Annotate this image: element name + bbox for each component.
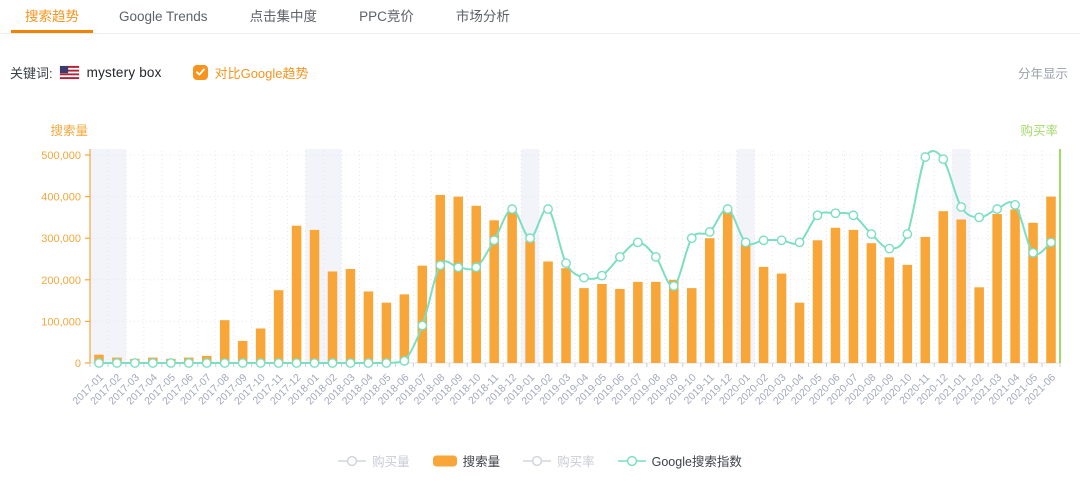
- svg-text:0: 0: [75, 358, 81, 370]
- compare-google-label: 对比Google趋势: [214, 65, 309, 81]
- tab-google-trends[interactable]: Google Trends: [119, 0, 208, 33]
- tab-ppc-bidding[interactable]: PPC竞价: [359, 0, 414, 33]
- trend-chart[interactable]: 0100,000200,000300,000400,000500,000搜索量购…: [0, 105, 1080, 481]
- legend-bar-icon: [432, 455, 457, 466]
- legend-label: 购买率: [557, 455, 595, 469]
- legend-line-icon: [338, 455, 367, 466]
- gridlines: [90, 151, 1060, 363]
- legend-label: Google搜索指数: [651, 455, 742, 469]
- year-display-toggle[interactable]: 分年显示: [1018, 63, 1068, 82]
- legend-item-purchase-volume[interactable]: 购买量: [338, 451, 410, 470]
- svg-text:300,000: 300,000: [41, 233, 81, 245]
- compare-google-toggle[interactable]: 对比Google趋势: [192, 63, 309, 82]
- tab-bar: 搜索趋势 Google Trends 点击集中度 PPC竞价 市场分析: [0, 0, 1080, 34]
- svg-text:200,000: 200,000: [41, 275, 81, 287]
- legend-label: 购买量: [372, 455, 410, 469]
- filter-row: 关键词: mystery box 对比Google趋势 分年显示: [10, 57, 1068, 87]
- us-flag-icon: [59, 65, 79, 79]
- legend-item-google-index[interactable]: Google搜索指数: [617, 451, 742, 470]
- right-axis-title: 购买率: [1020, 123, 1058, 138]
- y-axis-tick-marks: [85, 154, 90, 364]
- compare-google-checkbox[interactable]: [192, 64, 208, 80]
- legend-line-icon: [523, 455, 552, 466]
- keyword-value: mystery box: [86, 64, 162, 80]
- svg-text:500,000: 500,000: [41, 150, 81, 162]
- tab-search-trend[interactable]: 搜索趋势: [11, 0, 93, 33]
- keyword-label: 关键词:: [10, 65, 53, 81]
- chart-legend: 购买量 搜索量 购买率 Google搜索指数: [0, 451, 1080, 470]
- search-trend-page: 搜索趋势 Google Trends 点击集中度 PPC竞价 市场分析 关键词:…: [0, 0, 1080, 481]
- legend-line-icon: [617, 455, 646, 466]
- tab-click-concentration[interactable]: 点击集中度: [250, 0, 318, 33]
- trend-chart-container: 0 100,000 200,000 300,000 400,000 500,000 搜索量购…: [0, 105, 1080, 481]
- legend-item-purchase-rate[interactable]: 购买率: [523, 451, 595, 470]
- legend-item-search-volume[interactable]: 搜索量: [432, 451, 501, 470]
- svg-text:100,000: 100,000: [41, 316, 81, 328]
- y-axis-tick-labels: 0 100,000 200,000 300,000 400,000 500,000: [41, 150, 81, 370]
- x-axis-labels: 2017-012017-022017-032017-042017-052017-…: [70, 372, 1058, 408]
- tab-market-analysis[interactable]: 市场分析: [456, 0, 510, 33]
- svg-text:400,000: 400,000: [41, 192, 81, 204]
- left-axis-title: 搜索量: [50, 123, 88, 138]
- check-icon: [195, 68, 205, 76]
- legend-label: 搜索量: [462, 455, 501, 469]
